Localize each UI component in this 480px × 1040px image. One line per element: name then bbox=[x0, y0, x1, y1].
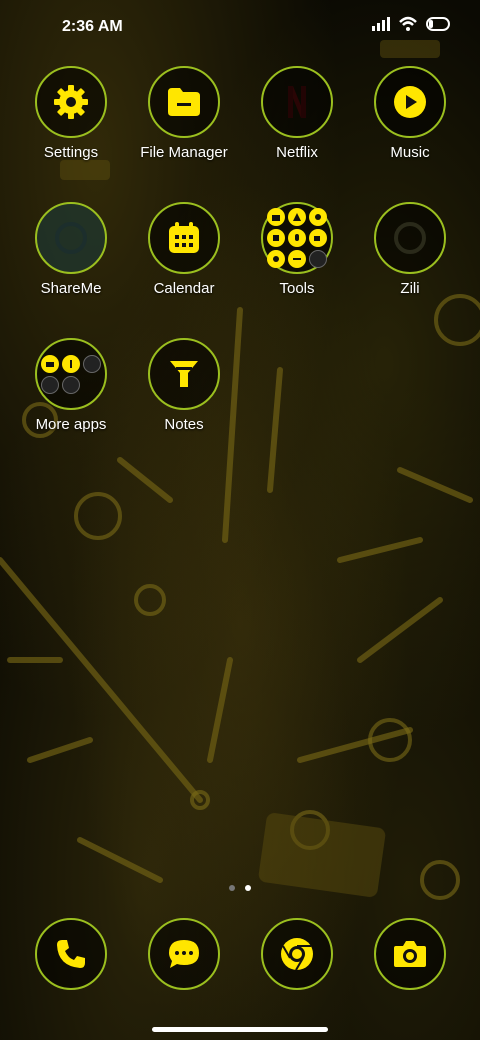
folder-more-apps[interactable]: More apps bbox=[15, 338, 127, 433]
app-calendar[interactable]: Calendar bbox=[128, 202, 240, 297]
play-icon bbox=[394, 86, 426, 118]
app-notes[interactable]: Notes bbox=[128, 338, 240, 433]
dock bbox=[0, 918, 480, 994]
status-bar: 2:36 AM bbox=[0, 0, 480, 56]
app-zili[interactable]: Zili bbox=[354, 202, 466, 297]
calendar-icon bbox=[169, 222, 199, 253]
shareme-icon bbox=[55, 222, 87, 254]
app-label: Notes bbox=[164, 416, 204, 433]
message-icon bbox=[169, 940, 199, 968]
tools-folder-icon bbox=[267, 208, 327, 268]
home-gesture-bar[interactable] bbox=[152, 1027, 328, 1032]
app-label: More apps bbox=[35, 416, 107, 433]
app-label: File Manager bbox=[140, 144, 228, 161]
app-label: Netflix bbox=[276, 144, 318, 161]
app-music[interactable]: Music bbox=[354, 66, 466, 161]
app-shareme[interactable]: ShareMe bbox=[15, 202, 127, 297]
camera-icon bbox=[394, 941, 426, 967]
page-dot-active[interactable] bbox=[245, 885, 251, 891]
folder-icon bbox=[168, 88, 200, 116]
dock-chrome[interactable] bbox=[241, 918, 353, 990]
folder-tools[interactable]: Tools bbox=[241, 202, 353, 297]
status-icons bbox=[372, 16, 450, 32]
dock-camera[interactable] bbox=[354, 918, 466, 990]
netflix-icon bbox=[288, 86, 306, 118]
phone-icon bbox=[57, 940, 85, 968]
more-apps-folder-icon bbox=[41, 354, 101, 394]
status-time: 2:36 AM bbox=[62, 18, 123, 35]
app-label: Zili bbox=[400, 280, 420, 297]
gear-icon bbox=[54, 85, 88, 119]
zili-icon bbox=[394, 222, 426, 254]
app-netflix[interactable]: Netflix bbox=[241, 66, 353, 161]
app-settings[interactable]: Settings bbox=[15, 66, 127, 161]
page-indicator bbox=[0, 878, 480, 896]
wifi-icon bbox=[399, 16, 417, 31]
notes-icon bbox=[170, 361, 198, 387]
dock-phone[interactable] bbox=[15, 918, 127, 990]
dock-messages[interactable] bbox=[128, 918, 240, 990]
app-label: Settings bbox=[43, 144, 99, 161]
app-file-manager[interactable]: File Manager bbox=[128, 66, 240, 161]
page-dot[interactable] bbox=[229, 885, 235, 891]
chrome-icon bbox=[281, 938, 313, 971]
app-label: Tools bbox=[279, 280, 315, 297]
app-label: Music bbox=[390, 144, 430, 161]
app-label: Calendar bbox=[153, 280, 215, 297]
app-label: ShareMe bbox=[40, 280, 102, 297]
battery-icon bbox=[426, 17, 450, 31]
signal-icon bbox=[372, 17, 390, 31]
